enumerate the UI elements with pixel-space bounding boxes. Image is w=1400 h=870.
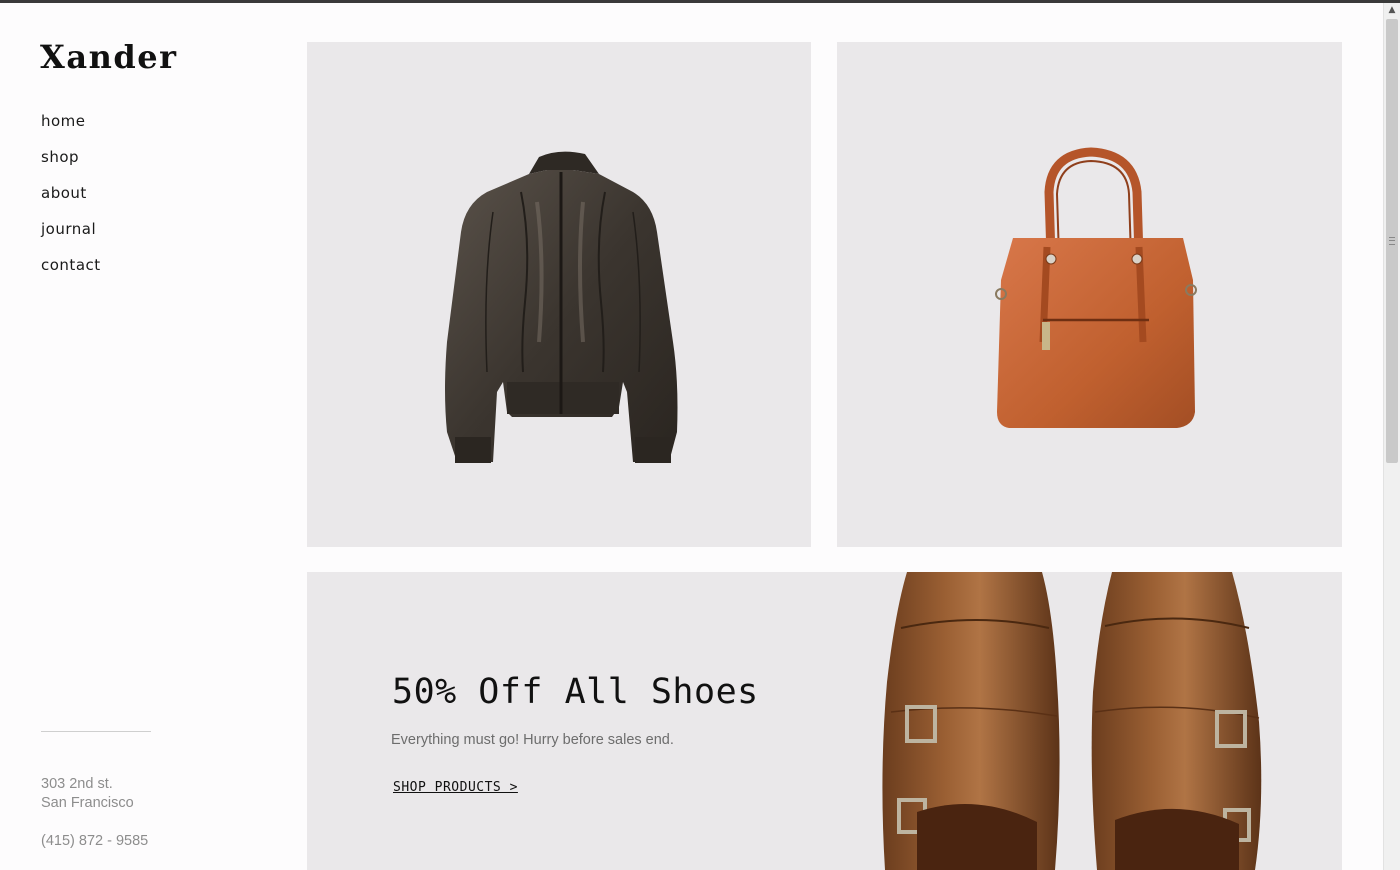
address-line-2: San Francisco xyxy=(41,795,134,811)
site-logo[interactable]: Xander xyxy=(40,38,177,76)
product-tile-bag[interactable] xyxy=(837,42,1342,547)
nav-item-shop[interactable]: shop xyxy=(41,148,101,184)
nav-item-about[interactable]: about xyxy=(41,184,101,220)
brown-monk-shoes-image xyxy=(882,572,1262,870)
sidebar-divider xyxy=(41,731,151,732)
shop-products-link[interactable]: SHOP PRODUCTS > xyxy=(393,780,518,795)
leather-jacket-image xyxy=(445,151,678,463)
nav-item-contact[interactable]: contact xyxy=(41,256,101,292)
sidebar: Xander home shop about journal contact 3… xyxy=(0,0,290,870)
scrollbar-thumb[interactable] xyxy=(1386,19,1398,463)
nav-item-journal[interactable]: journal xyxy=(41,220,101,256)
scrollbar-grip-icon xyxy=(1389,237,1395,245)
nav-item-home[interactable]: home xyxy=(41,112,101,148)
promo-subtitle: Everything must go! Hurry before sales e… xyxy=(391,732,674,748)
store-phone: (415) 872 - 9585 xyxy=(41,833,149,849)
store-address: 303 2nd st. San Francisco xyxy=(41,775,134,813)
product-tile-jacket[interactable] xyxy=(307,42,811,547)
promo-banner: 50% Off All Shoes Everything must go! Hu… xyxy=(307,572,1342,870)
main-nav: home shop about journal contact xyxy=(41,112,101,292)
page-scrollbar[interactable]: ▲ xyxy=(1383,3,1400,870)
leather-handbag-image xyxy=(995,147,1197,428)
promo-title: 50% Off All Shoes xyxy=(392,672,759,712)
scroll-up-arrow-icon[interactable]: ▲ xyxy=(1384,3,1400,17)
address-line-1: 303 2nd st. xyxy=(41,776,113,792)
